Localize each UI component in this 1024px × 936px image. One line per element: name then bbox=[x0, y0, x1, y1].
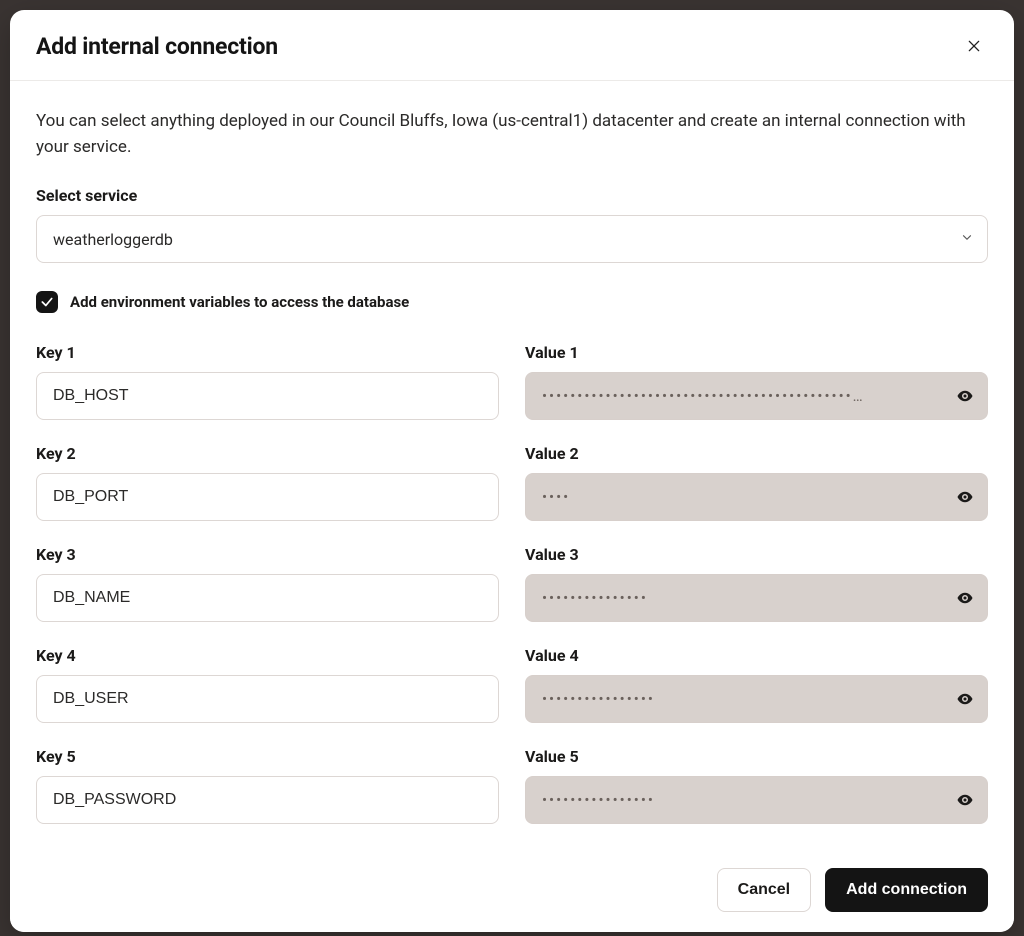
value-input[interactable]: ••••••••••••••••••••••••••••••••••••••••… bbox=[525, 372, 988, 420]
eye-icon bbox=[956, 488, 974, 506]
check-icon bbox=[40, 295, 54, 309]
value-label: Value 2 bbox=[525, 444, 988, 463]
key-input[interactable] bbox=[36, 776, 499, 824]
dialog-body: You can select anything deployed in our … bbox=[10, 81, 1014, 852]
env-vars-checkbox-row: Add environment variables to access the … bbox=[36, 291, 988, 313]
key-label: Key 3 bbox=[36, 545, 499, 564]
reveal-value-button[interactable] bbox=[953, 485, 977, 509]
key-label: Key 1 bbox=[36, 343, 499, 362]
dialog-title: Add internal connection bbox=[36, 33, 278, 60]
close-button[interactable] bbox=[960, 32, 988, 60]
key-input[interactable] bbox=[36, 574, 499, 622]
close-icon bbox=[966, 38, 982, 54]
key-label: Key 2 bbox=[36, 444, 499, 463]
dialog-footer: Cancel Add connection bbox=[10, 852, 1014, 932]
env-var-pair: Key 1 Value 1 ••••••••••••••••••••••••••••… bbox=[36, 343, 988, 420]
value-input[interactable]: •••• bbox=[525, 473, 988, 521]
reveal-value-button[interactable] bbox=[953, 788, 977, 812]
value-field: Value 4 •••••••••••••••• bbox=[525, 646, 988, 723]
value-input[interactable]: •••••••••••••••• bbox=[525, 776, 988, 824]
key-label: Key 4 bbox=[36, 646, 499, 665]
value-label: Value 4 bbox=[525, 646, 988, 665]
value-mask: ••••••••••••••• bbox=[542, 591, 945, 606]
value-mask: ••••••••••••••••••••••••••••••••••••••••… bbox=[542, 389, 945, 404]
value-field: Value 2 •••• bbox=[525, 444, 988, 521]
select-service-wrap: weatherloggerdb bbox=[36, 215, 988, 263]
eye-icon bbox=[956, 690, 974, 708]
select-service[interactable]: weatherloggerdb bbox=[36, 215, 988, 263]
key-field: Key 1 bbox=[36, 343, 499, 420]
env-var-pairs: Key 1Value 1••••••••••••••••••••••••••••… bbox=[36, 343, 988, 824]
value-label: Value 3 bbox=[525, 545, 988, 564]
value-input[interactable]: •••••••••••••••• bbox=[525, 675, 988, 723]
env-var-pair: Key 3 Value 3 ••••••••••••••• bbox=[36, 545, 988, 622]
reveal-value-button[interactable] bbox=[953, 384, 977, 408]
select-service-label: Select service bbox=[36, 186, 988, 205]
key-field: Key 4 bbox=[36, 646, 499, 723]
add-connection-button[interactable]: Add connection bbox=[825, 868, 988, 912]
env-var-pair: Key 4 Value 4 •••••••••••••••• bbox=[36, 646, 988, 723]
env-vars-checkbox-label: Add environment variables to access the … bbox=[70, 293, 409, 311]
value-field: Value 3 ••••••••••••••• bbox=[525, 545, 988, 622]
key-field: Key 2 bbox=[36, 444, 499, 521]
value-label: Value 1 bbox=[525, 343, 988, 362]
key-input[interactable] bbox=[36, 473, 499, 521]
cancel-button[interactable]: Cancel bbox=[717, 868, 811, 912]
value-input[interactable]: ••••••••••••••• bbox=[525, 574, 988, 622]
eye-icon bbox=[956, 791, 974, 809]
reveal-value-button[interactable] bbox=[953, 586, 977, 610]
value-mask: •••••••••••••••• bbox=[542, 793, 945, 808]
value-field: Value 1 •••••••••••••••••••••••••••••••••… bbox=[525, 343, 988, 420]
key-field: Key 5 bbox=[36, 747, 499, 824]
value-label: Value 5 bbox=[525, 747, 988, 766]
add-internal-connection-dialog: Add internal connection You can select a… bbox=[10, 10, 1014, 932]
key-label: Key 5 bbox=[36, 747, 499, 766]
key-input[interactable] bbox=[36, 372, 499, 420]
key-field: Key 3 bbox=[36, 545, 499, 622]
env-var-pair: Key 5 Value 5 •••••••••••••••• bbox=[36, 747, 988, 824]
env-var-pair: Key 2 Value 2 •••• bbox=[36, 444, 988, 521]
value-mask: •••• bbox=[542, 490, 945, 505]
reveal-value-button[interactable] bbox=[953, 687, 977, 711]
value-mask: •••••••••••••••• bbox=[542, 692, 945, 707]
key-input[interactable] bbox=[36, 675, 499, 723]
eye-icon bbox=[956, 589, 974, 607]
value-field: Value 5 •••••••••••••••• bbox=[525, 747, 988, 824]
eye-icon bbox=[956, 387, 974, 405]
dialog-header: Add internal connection bbox=[10, 10, 1014, 81]
dialog-intro-text: You can select anything deployed in our … bbox=[36, 109, 988, 160]
env-vars-checkbox[interactable] bbox=[36, 291, 58, 313]
